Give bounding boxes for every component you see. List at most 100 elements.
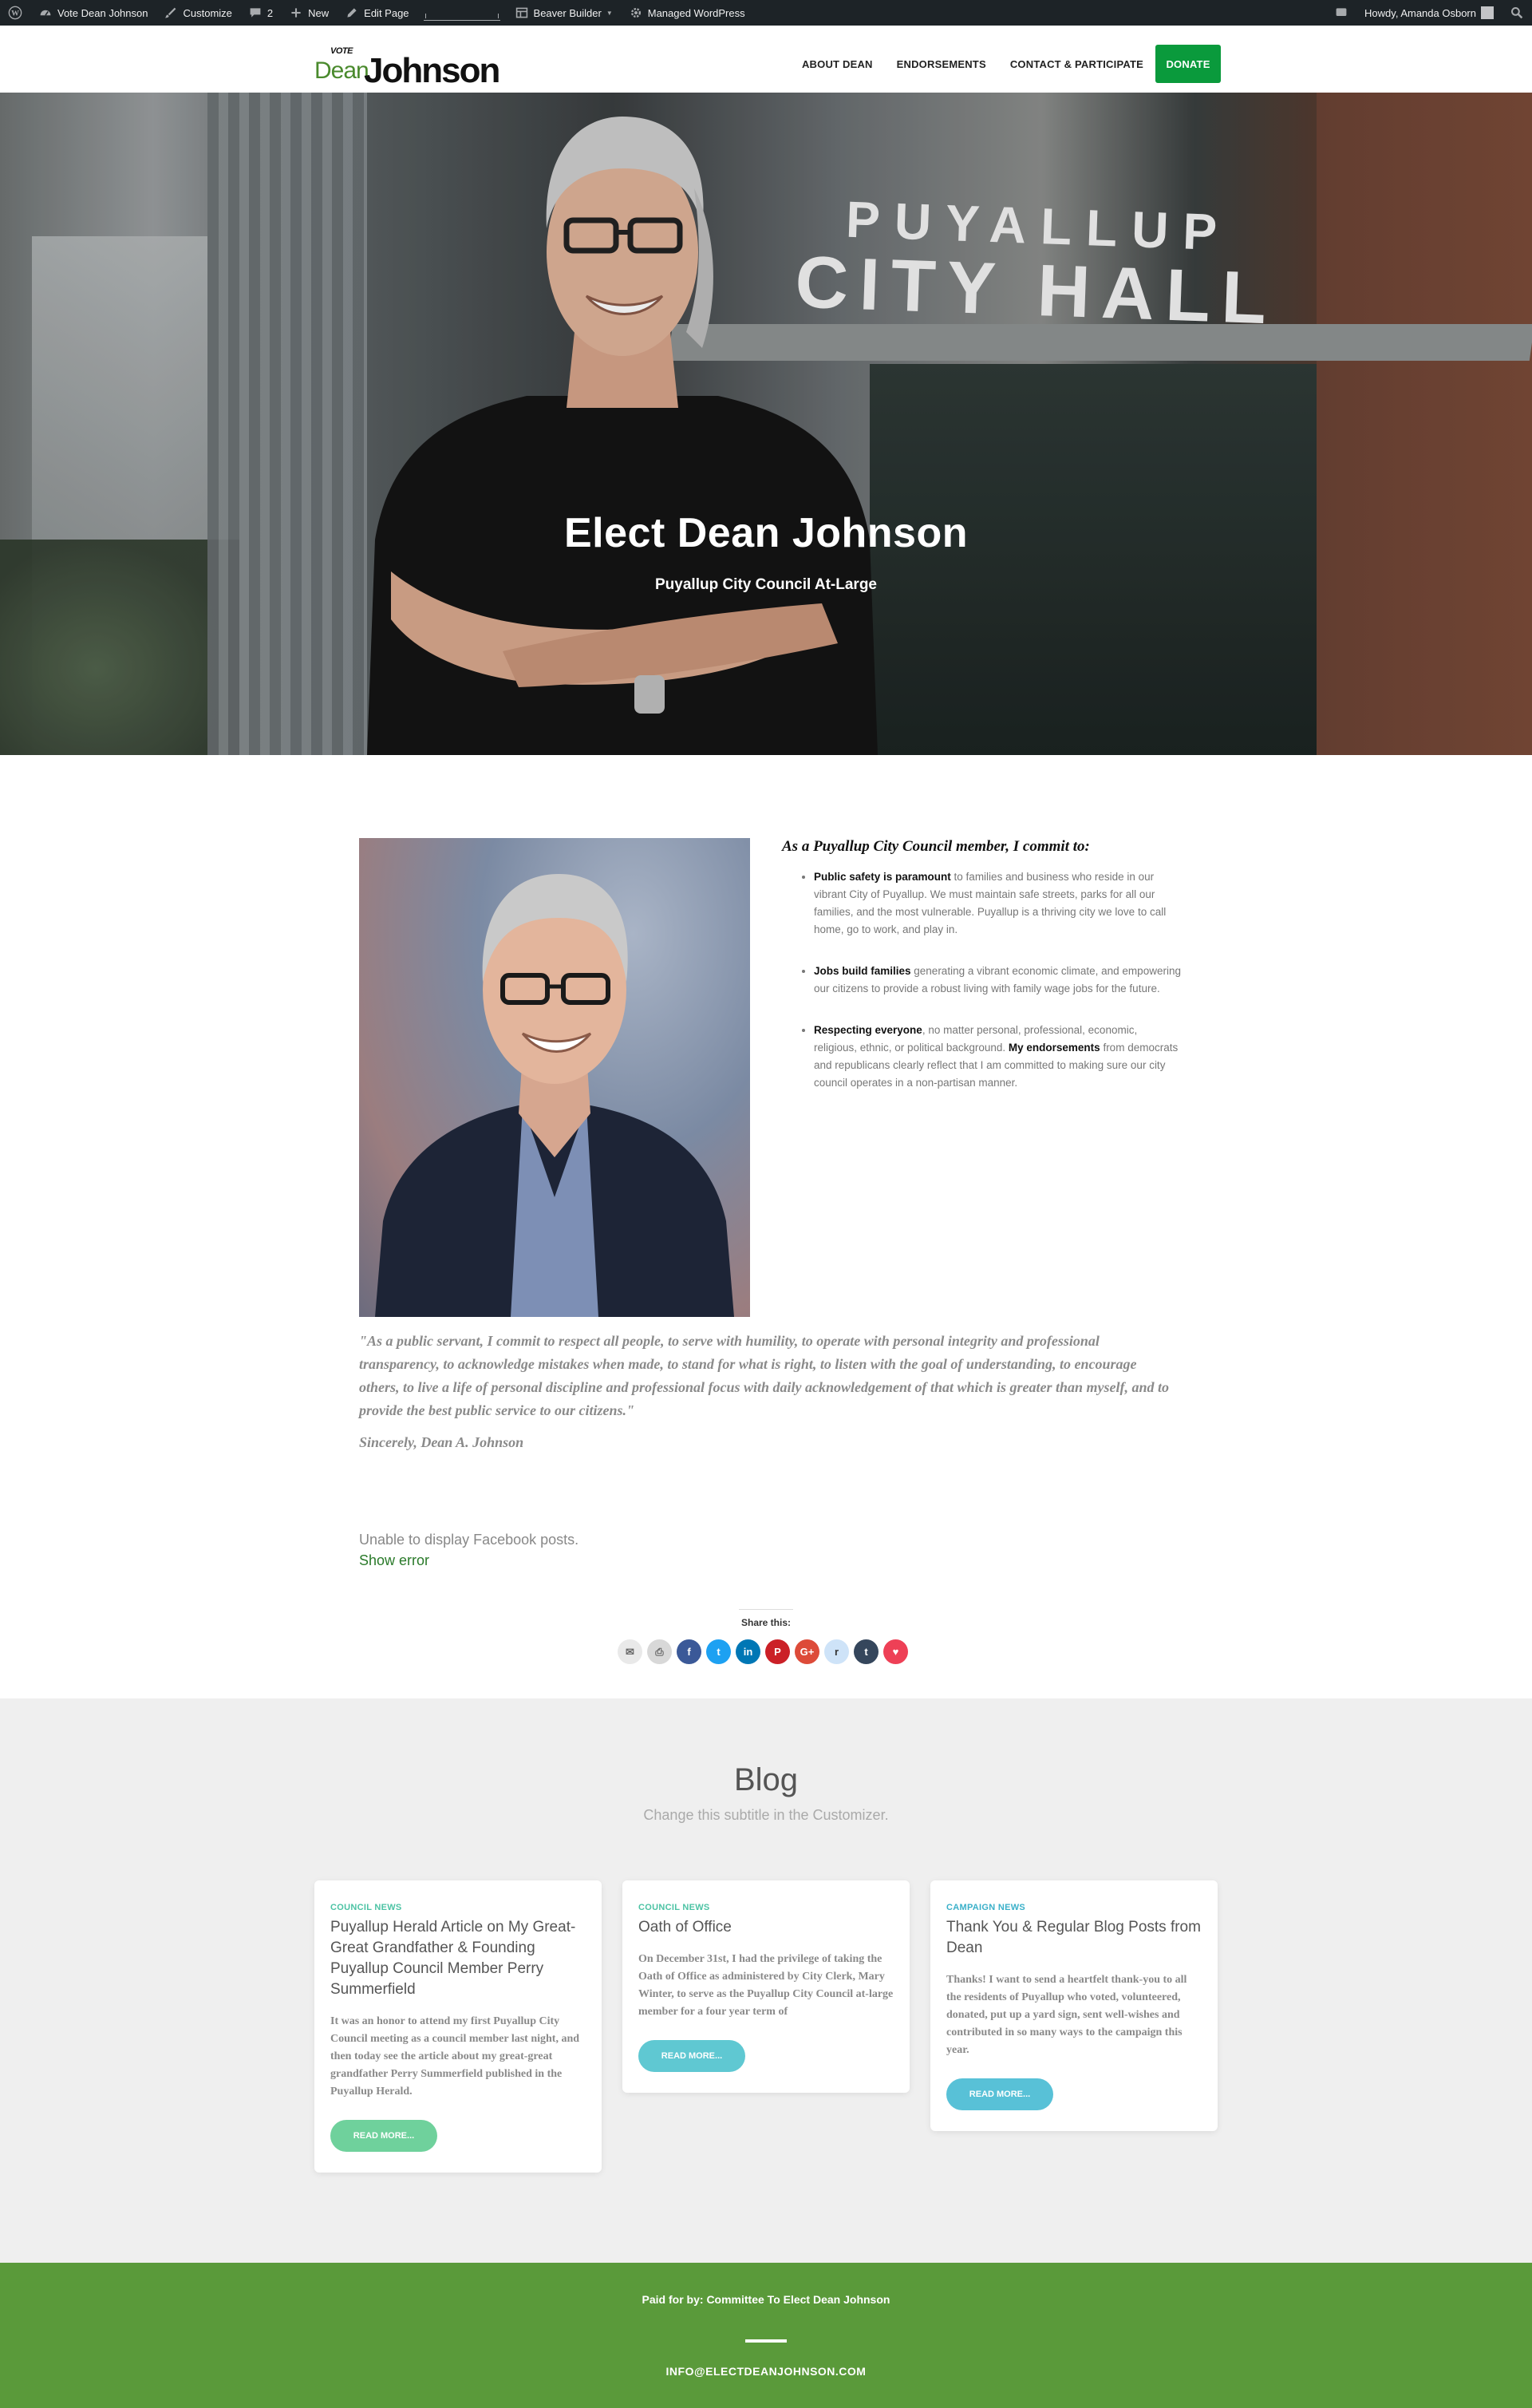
- wp-admin-bar: W Vote Dean Johnson Customize 2 New Edit…: [0, 0, 1532, 26]
- brush-icon: [164, 6, 178, 20]
- gear-icon: [629, 6, 643, 20]
- facebook-error-text: Unable to display Facebook posts.: [359, 1532, 579, 1548]
- linkedin-share-button[interactable]: in: [736, 1639, 760, 1664]
- new-content-menu[interactable]: New: [281, 0, 337, 26]
- avatar: [1481, 6, 1494, 19]
- hero-title: Elect Dean Johnson: [564, 510, 968, 556]
- pinterest-icon: P: [774, 1646, 781, 1658]
- main-nav: ABOUT DEAN ENDORSEMENTS CONTACT & PARTIC…: [790, 45, 1221, 83]
- read-more-button[interactable]: READ MORE...: [330, 2120, 437, 2152]
- email-share-button[interactable]: ✉: [618, 1639, 642, 1664]
- reddit-share-button[interactable]: r: [824, 1639, 849, 1664]
- print-icon: ⎙: [655, 1645, 664, 1658]
- caret-down-icon: ▼: [606, 9, 613, 17]
- tumblr-icon: t: [864, 1646, 868, 1658]
- blog-section: Blog Change this subtitle in the Customi…: [0, 1698, 1532, 2263]
- list-item: Respecting everyone, no matter personal,…: [814, 1022, 1181, 1092]
- dashboard-icon: [38, 6, 53, 20]
- share-label: Share this:: [740, 1617, 791, 1628]
- paid-for-by: Paid for by: Committee To Elect Dean Joh…: [642, 2293, 890, 2306]
- logo-vote: VOTE: [330, 46, 353, 56]
- pinterest-share-button[interactable]: P: [765, 1639, 790, 1664]
- managed-wp-label: Managed WordPress: [647, 6, 745, 19]
- post-category[interactable]: COUNCIL NEWS: [638, 1903, 894, 1912]
- list-item: Jobs build families generating a vibrant…: [814, 963, 1181, 998]
- share-divider: [739, 1609, 793, 1610]
- commitment-bold: Public safety is paramount: [814, 871, 951, 883]
- commitments-block: As a Puyallup City Council member, I com…: [782, 838, 1181, 1116]
- post-title[interactable]: Puyallup Herald Article on My Great-Grea…: [330, 1917, 586, 2000]
- list-item: Public safety is paramount to families a…: [814, 868, 1181, 939]
- wordpress-icon: W: [8, 6, 22, 20]
- my-account-menu[interactable]: Howdy, Amanda Osborn: [1356, 0, 1502, 26]
- footer-divider: [745, 2339, 787, 2343]
- facebook-share-button[interactable]: f: [677, 1639, 701, 1664]
- linkedin-icon: in: [743, 1646, 753, 1658]
- commitment-bold: Respecting everyone: [814, 1024, 922, 1036]
- post-title[interactable]: Oath of Office: [638, 1917, 894, 1938]
- notifications-icon-button[interactable]: [1326, 0, 1356, 26]
- nav-contact-participate[interactable]: CONTACT & PARTICIPATE: [998, 58, 1155, 70]
- footer-email-link[interactable]: INFO@ELECTDEANJOHNSON.COM: [0, 2365, 1532, 2378]
- search-icon: [1510, 6, 1524, 20]
- wordpress-menu[interactable]: W: [0, 0, 30, 26]
- edit-page-label: Edit Page: [364, 6, 409, 19]
- svg-text:W: W: [11, 10, 19, 18]
- customize-label: Customize: [183, 6, 232, 19]
- pledge-quote: "As a public servant, I commit to respec…: [359, 1333, 1170, 1418]
- beaver-builder-label: Beaver Builder: [533, 6, 602, 19]
- howdy-label: Howdy, Amanda Osborn: [1364, 6, 1476, 19]
- google-plus-icon: G+: [800, 1646, 815, 1658]
- hero-subtitle: Puyallup City Council At-Large: [655, 576, 877, 593]
- post-title[interactable]: Thank You & Regular Blog Posts from Dean: [946, 1917, 1202, 1959]
- blog-title: Blog: [733, 1762, 799, 1797]
- google-plus-share-button[interactable]: G+: [795, 1639, 819, 1664]
- managed-wordpress-menu[interactable]: Managed WordPress: [621, 0, 753, 26]
- email-icon: ✉: [626, 1645, 634, 1658]
- plus-icon: [289, 6, 303, 20]
- customize-link[interactable]: Customize: [156, 0, 239, 26]
- show-error-link[interactable]: Show error: [359, 1552, 429, 1569]
- stats-sparkline[interactable]: [423, 5, 500, 21]
- endorsements-link[interactable]: My endorsements: [1009, 1042, 1100, 1054]
- beaver-builder-menu[interactable]: Beaver Builder ▼: [507, 0, 621, 26]
- pocket-share-button[interactable]: ♥: [883, 1639, 908, 1664]
- post-excerpt: On December 31st, I had the privilege of…: [638, 1953, 894, 2018]
- new-label: New: [308, 6, 330, 19]
- commitments-list: Public safety is paramount to families a…: [782, 868, 1181, 1092]
- search-button[interactable]: [1502, 0, 1532, 26]
- comment-bubble-icon: [248, 6, 263, 20]
- comments-count: 2: [267, 6, 274, 19]
- share-buttons: ✉ ⎙ f t in P G+ r t ♥: [618, 1639, 908, 1664]
- hero-overlay: [0, 93, 1532, 755]
- post-category[interactable]: COUNCIL NEWS: [330, 1903, 586, 1912]
- print-share-button[interactable]: ⎙: [647, 1639, 672, 1664]
- logo-first-name: Dean: [314, 57, 369, 84]
- site-name-menu[interactable]: Vote Dean Johnson: [30, 0, 156, 26]
- post-category[interactable]: CAMPAIGN NEWS: [946, 1903, 1202, 1912]
- layout-icon: [515, 6, 529, 20]
- twitter-share-button[interactable]: t: [706, 1639, 731, 1664]
- donate-button[interactable]: DONATE: [1155, 45, 1221, 83]
- post-excerpt: It was an honor to attend my first Puyal…: [330, 2015, 580, 2098]
- read-more-button[interactable]: READ MORE...: [946, 2078, 1053, 2110]
- read-more-button[interactable]: READ MORE...: [638, 2040, 745, 2072]
- site-footer: Paid for by: Committee To Elect Dean Joh…: [0, 2263, 1532, 2408]
- nav-about-dean[interactable]: ABOUT DEAN: [790, 58, 885, 70]
- blog-card: CAMPAIGN NEWS Thank You & Regular Blog P…: [930, 1880, 1218, 2131]
- edit-page-link[interactable]: Edit Page: [337, 0, 417, 26]
- site-logo[interactable]: VOTE Dean Johnson: [314, 46, 506, 90]
- reddit-icon: r: [834, 1646, 839, 1658]
- comments-link[interactable]: 2: [240, 0, 281, 26]
- screen-icon: [1334, 6, 1348, 20]
- candidate-portrait: [359, 838, 750, 1317]
- blog-card: COUNCIL NEWS Puyallup Herald Article on …: [314, 1880, 602, 2173]
- post-excerpt: Thanks! I want to send a heartfelt thank…: [946, 1974, 1187, 2056]
- nav-endorsements[interactable]: ENDORSEMENTS: [885, 58, 998, 70]
- twitter-icon: t: [717, 1646, 721, 1658]
- site-name-label: Vote Dean Johnson: [57, 6, 148, 19]
- commitments-heading: As a Puyallup City Council member, I com…: [782, 838, 1090, 855]
- tumblr-share-button[interactable]: t: [854, 1639, 879, 1664]
- commitment-bold: Jobs build families: [814, 965, 911, 977]
- blog-subtitle: Change this subtitle in the Customizer.: [643, 1807, 889, 1823]
